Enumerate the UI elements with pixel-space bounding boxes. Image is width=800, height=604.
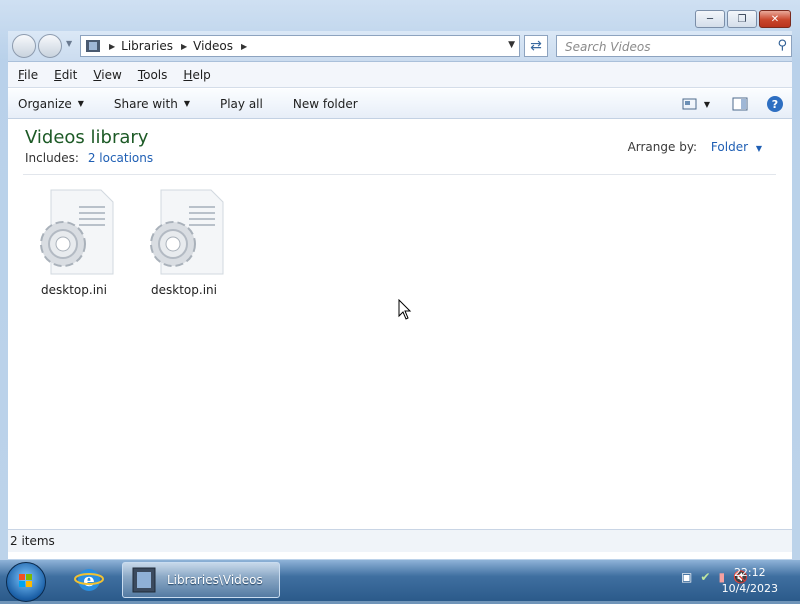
close-icon: ✕: [770, 13, 780, 25]
internet-explorer-button[interactable]: e: [72, 564, 106, 596]
library-title: Videos library: [25, 127, 149, 148]
file-item[interactable]: desktop.ini: [134, 186, 234, 297]
item-count: 2 items: [10, 534, 55, 548]
menu-edit[interactable]: Edit: [54, 68, 77, 82]
file-name: desktop.ini: [151, 283, 217, 297]
system-clock[interactable]: 22:12 10/4/2023: [722, 565, 778, 597]
menu-bar: File Edit View Tools Help: [8, 62, 792, 88]
settings-file-icon: [40, 189, 114, 275]
caption-buttons: ─ ❐ ✕: [693, 10, 791, 28]
taskbar-window-button[interactable]: Libraries\Videos: [122, 562, 280, 598]
organize-label: Organize: [18, 96, 72, 111]
share-with-button[interactable]: Share with ▼: [114, 97, 190, 111]
clock-date: 10/4/2023: [721, 582, 778, 595]
close-button[interactable]: ✕: [759, 10, 791, 28]
maximize-button[interactable]: ❐: [727, 10, 757, 28]
svg-text:?: ?: [772, 98, 778, 111]
mouse-pointer-icon: [398, 299, 412, 320]
start-button[interactable]: [6, 562, 46, 602]
library-includes: Includes: 2 locations: [25, 151, 153, 165]
arrange-by-dropdown[interactable]: Folder ▼: [711, 140, 762, 154]
header-divider: [23, 174, 776, 175]
address-dropdown-icon[interactable]: ▼: [508, 40, 515, 50]
arrange-by-value: Folder: [710, 140, 749, 154]
breadcrumb-videos[interactable]: Videos: [193, 39, 233, 53]
refresh-button[interactable]: ⇄: [524, 35, 548, 57]
includes-label: Includes:: [25, 151, 79, 165]
play-all-button[interactable]: Play all: [220, 97, 263, 111]
organize-button[interactable]: Organize ▼: [18, 97, 84, 111]
taskbar-window-label: Libraries\Videos: [167, 573, 263, 587]
explorer-window: ─ ❐ ✕ ▼ ▶ Libraries ▶ Videos ▶ ▼ ⇄ ⚲ Fil…: [0, 0, 800, 559]
library-header: Videos library Includes: 2 locations Arr…: [8, 120, 792, 174]
play-all-label: Play all: [219, 96, 263, 111]
help-icon[interactable]: ?: [766, 95, 784, 113]
restore-icon: ❐: [737, 13, 747, 25]
taskbar: e Libraries\Videos ▣ ✔ ▮ 🔇 22:12 10/4/20…: [0, 559, 800, 602]
search-input[interactable]: [563, 37, 767, 57]
chevron-down-icon: ▼: [77, 99, 84, 108]
forward-button[interactable]: [38, 34, 62, 58]
videos-library-icon: [132, 567, 156, 593]
preview-pane-icon[interactable]: [732, 97, 748, 111]
new-folder-button[interactable]: New folder: [293, 97, 358, 111]
arrange-by-label: Arrange by:: [627, 140, 698, 154]
menu-help[interactable]: Help: [183, 68, 210, 82]
action-center-icon[interactable]: ▣: [681, 570, 692, 584]
search-box: ⚲: [556, 35, 792, 57]
breadcrumb-separator-icon[interactable]: ▶: [181, 42, 187, 51]
command-bar: Organize ▼ Share with ▼ Play all New fol…: [8, 89, 792, 119]
arrange-by: Arrange by: Folder ▼: [628, 140, 762, 154]
breadcrumb-separator-icon[interactable]: ▶: [241, 42, 247, 51]
menu-view[interactable]: View: [93, 68, 121, 82]
address-row: ▼ ▶ Libraries ▶ Videos ▶ ▼ ⇄ ⚲: [8, 31, 792, 62]
windows-logo-icon: [19, 574, 32, 587]
minimize-button[interactable]: ─: [695, 10, 725, 28]
videos-library-icon: [86, 40, 100, 52]
minimize-icon: ─: [706, 13, 714, 25]
settings-file-icon: [150, 189, 224, 275]
internet-explorer-icon: e: [74, 569, 104, 591]
breadcrumb-libraries[interactable]: Libraries: [121, 39, 173, 53]
recent-pages-icon[interactable]: ▼: [66, 39, 72, 48]
menu-file[interactable]: File: [18, 68, 38, 82]
locations-link[interactable]: 2 locations: [88, 151, 153, 165]
network-icon[interactable]: ✔: [700, 570, 710, 584]
share-with-label: Share with: [113, 96, 178, 111]
chevron-down-icon: ▼: [755, 144, 762, 153]
new-folder-label: New folder: [292, 96, 358, 111]
more-views-icon[interactable]: ▼: [704, 100, 710, 109]
back-button[interactable]: [12, 34, 36, 58]
file-item[interactable]: desktop.ini: [24, 186, 124, 297]
view-controls: ▼ ?: [682, 95, 784, 113]
file-name: desktop.ini: [41, 283, 107, 297]
refresh-icon: ⇄: [530, 38, 542, 54]
search-icon[interactable]: ⚲: [777, 38, 787, 53]
clock-time: 22:12: [733, 566, 766, 579]
status-bar: 2 items: [8, 529, 792, 552]
change-view-icon[interactable]: [682, 97, 698, 111]
address-bar[interactable]: ▶ Libraries ▶ Videos ▶ ▼: [80, 35, 520, 57]
chevron-down-icon: ▼: [183, 99, 190, 108]
file-list: desktop.ini desktop.ini: [8, 176, 792, 489]
breadcrumb-separator-icon[interactable]: ▶: [109, 42, 115, 51]
menu-tools[interactable]: Tools: [138, 68, 168, 82]
